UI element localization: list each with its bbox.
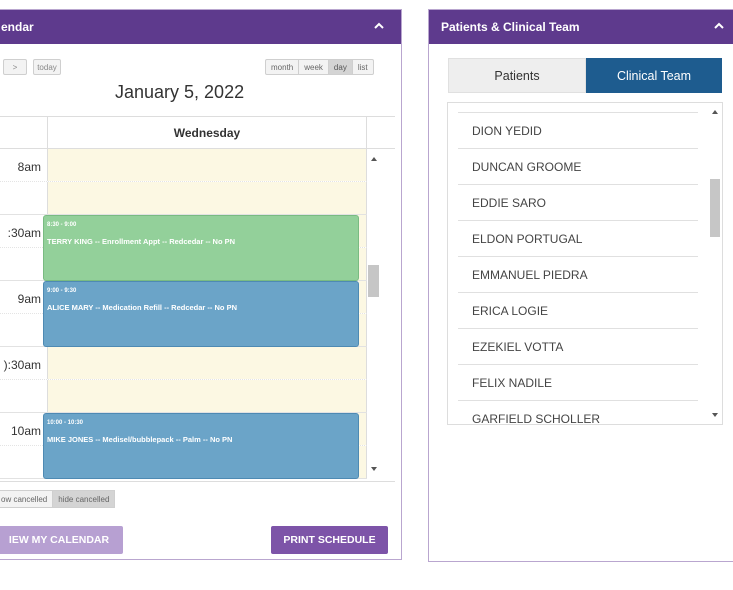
list-item[interactable]: FELIX NADILE [458,365,698,401]
list-scroll-down-arrow-icon[interactable] [712,413,718,417]
patients-panel: Patients & Clinical Team Patients Clinic… [428,9,733,562]
time-label: 10am [10,424,41,438]
event-title: MIKE JONES -- Medisel/bubblepack -- Palm… [47,435,233,444]
view-day-button[interactable]: day [328,59,353,75]
patients-panel-title: Patients & Clinical Team [441,20,580,34]
view-week-button[interactable]: week [299,59,329,75]
time-label: 8am [17,160,41,174]
patients-panel-header[interactable]: Patients & Clinical Team [429,10,733,44]
list-scroll-up-arrow-icon[interactable] [712,110,718,114]
list-item[interactable]: ELDON PORTUGAL [458,221,698,257]
tab-clinical-team[interactable]: Clinical Team [586,58,722,93]
chevron-up-icon[interactable] [713,20,725,32]
cancelled-toggle: ow cancelled hide cancelled [0,490,116,508]
view-switcher: month week day list [265,59,374,75]
list-item[interactable]: GARFIELD SCHOLLER [458,401,698,425]
calendar-panel-title: endar [1,20,34,34]
calendar-panel-header[interactable]: endar [0,10,401,44]
view-list-button[interactable]: list [352,59,374,75]
time-gutter-header [0,117,47,149]
event-time: 9:00 - 9:30 [47,288,77,294]
calendar-event[interactable]: 8:30 - 9:00 TERRY KING -- Enrollment App… [43,215,359,281]
chevron-up-icon[interactable] [373,20,385,32]
view-my-calendar-button[interactable]: IEW MY CALENDAR [0,526,123,554]
time-label: :30am [7,226,41,240]
calendar-date-title: January 5, 2022 [115,82,245,102]
list-item[interactable]: DUNCAN GROOME [458,149,698,185]
list-item[interactable]: DION YEDID [458,113,698,149]
show-cancelled-button[interactable]: ow cancelled [0,490,54,508]
slot-cell[interactable] [47,380,367,412]
scroll-gutter-header [367,117,395,149]
view-month-button[interactable]: month [265,59,300,75]
event-time: 10:00 - 10:30 [47,420,84,426]
calendar-event[interactable]: 10:00 - 10:30 MIKE JONES -- Medisel/bubb… [43,413,359,479]
time-slot[interactable]: 8am [0,149,367,182]
next-button[interactable]: > [3,59,27,75]
slot-cell[interactable] [47,182,367,214]
hide-cancelled-button[interactable]: hide cancelled [53,490,116,508]
time-slot[interactable]: ):30am [0,347,367,380]
clinical-team-list[interactable]: DION YEDID DUNCAN GROOME EDDIE SARO ELDO… [447,102,723,425]
list-item[interactable]: ERICA LOGIE [458,293,698,329]
tab-patients[interactable]: Patients [448,58,586,93]
time-slot[interactable] [0,380,367,413]
scroll-up-arrow-icon[interactable] [371,157,377,161]
list-item[interactable]: EDDIE SARO [458,185,698,221]
patients-tabs: Patients Clinical Team [448,58,722,93]
today-button[interactable]: today [33,59,61,75]
print-schedule-button[interactable]: PRINT SCHEDULE [271,526,388,554]
slot-cell[interactable] [47,347,367,379]
list-divider [458,103,698,113]
scroll-down-arrow-icon[interactable] [371,467,377,471]
time-label: ):30am [3,358,41,372]
calendar-panel: endar > today January 5, 2022 month week… [0,9,402,560]
slot-cell[interactable] [47,149,367,181]
day-column-header: Wednesday [47,117,367,149]
list-item[interactable]: EZEKIEL VOTTA [458,329,698,365]
event-title: ALICE MARY -- Medication Refill -- Redce… [47,303,238,312]
event-title: TERRY KING -- Enrollment Appt -- Redceda… [47,237,236,246]
event-time: 8:30 - 9:00 [47,222,77,228]
time-label: 9am [17,292,41,306]
calendar-event[interactable]: 9:00 - 9:30 ALICE MARY -- Medication Ref… [43,281,359,347]
calendar-grid: Wednesday 8am :30am 9am):30am 10am 8:30… [0,116,395,482]
time-slots[interactable]: 8am :30am 9am ):30am 10am 8:30 - 9:00 TE… [0,149,395,482]
list-scroll-thumb[interactable] [710,179,720,237]
calendar-scrollbar[interactable] [367,149,395,482]
time-slot[interactable] [0,182,367,215]
calendar-scroll-thumb[interactable] [368,265,379,297]
list-item[interactable]: EMMANUEL PIEDRA [458,257,698,293]
